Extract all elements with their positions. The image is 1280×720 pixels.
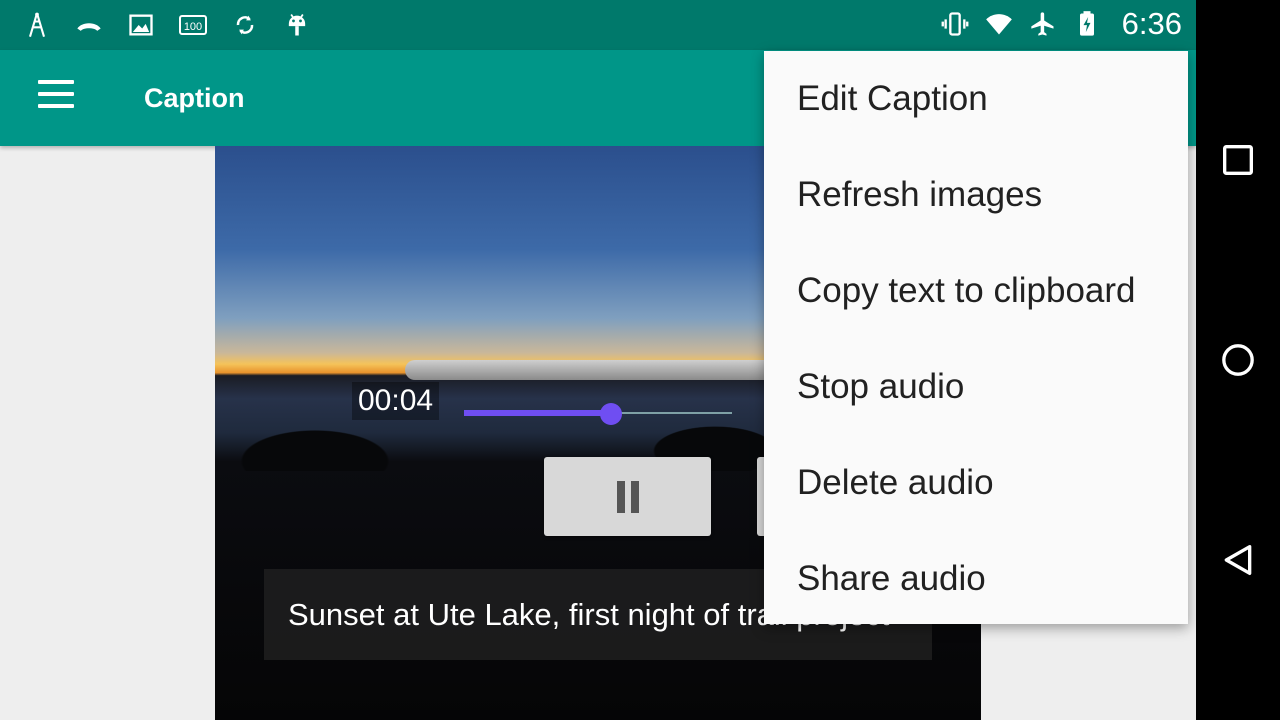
slider-progress (464, 410, 612, 416)
page-title: Caption (144, 83, 245, 113)
navigation-menu-button[interactable] (30, 80, 82, 116)
menu-item-copy-text[interactable]: Copy text to clipboard (764, 243, 1188, 339)
sync-icon (230, 10, 260, 40)
image-icon (126, 10, 156, 40)
recent-apps-button[interactable] (1214, 136, 1262, 184)
overflow-menu: Edit Caption Refresh images Copy text to… (764, 51, 1188, 624)
airplane-icon (1028, 9, 1058, 39)
menu-item-refresh-images[interactable]: Refresh images (764, 147, 1188, 243)
pause-icon (616, 480, 625, 513)
slider-thumb[interactable] (600, 403, 623, 425)
menu-item-delete-audio[interactable]: Delete audio (764, 435, 1188, 531)
menu-item-stop-audio[interactable]: Stop audio (764, 339, 1188, 435)
battery-icon (1072, 9, 1102, 39)
menu-item-share-audio[interactable]: Share audio (764, 531, 1188, 627)
status-left-icons: 100 (22, 10, 312, 40)
antenna-icon (22, 10, 52, 40)
status-bar: 100 6:36 (0, 0, 1196, 50)
home-button[interactable] (1214, 336, 1262, 384)
back-button[interactable] (1214, 536, 1262, 584)
circle-icon (1222, 344, 1254, 376)
media-controller-bar (405, 360, 785, 380)
wifi-icon (984, 9, 1014, 39)
battery-100-icon: 100 (178, 10, 208, 40)
android-icon (282, 10, 312, 40)
audio-elapsed-time: 00:04 (352, 382, 440, 420)
app-screen: 100 6:36 Caption 00:04 Sunset at Ute Lak… (0, 0, 1196, 720)
status-right-icons: 6:36 (940, 6, 1182, 42)
hamburger-icon (38, 80, 74, 84)
clock: 6:36 (1121, 6, 1182, 41)
svg-text:100: 100 (184, 21, 202, 33)
square-icon (1223, 145, 1253, 175)
back-triangle-icon (1224, 545, 1252, 575)
missed-call-icon (74, 10, 104, 40)
vibrate-icon (940, 9, 970, 39)
audio-seek-slider[interactable] (464, 403, 732, 425)
system-navigation-bar (1196, 0, 1280, 720)
pause-button[interactable] (544, 457, 711, 536)
menu-item-edit-caption[interactable]: Edit Caption (764, 51, 1188, 147)
